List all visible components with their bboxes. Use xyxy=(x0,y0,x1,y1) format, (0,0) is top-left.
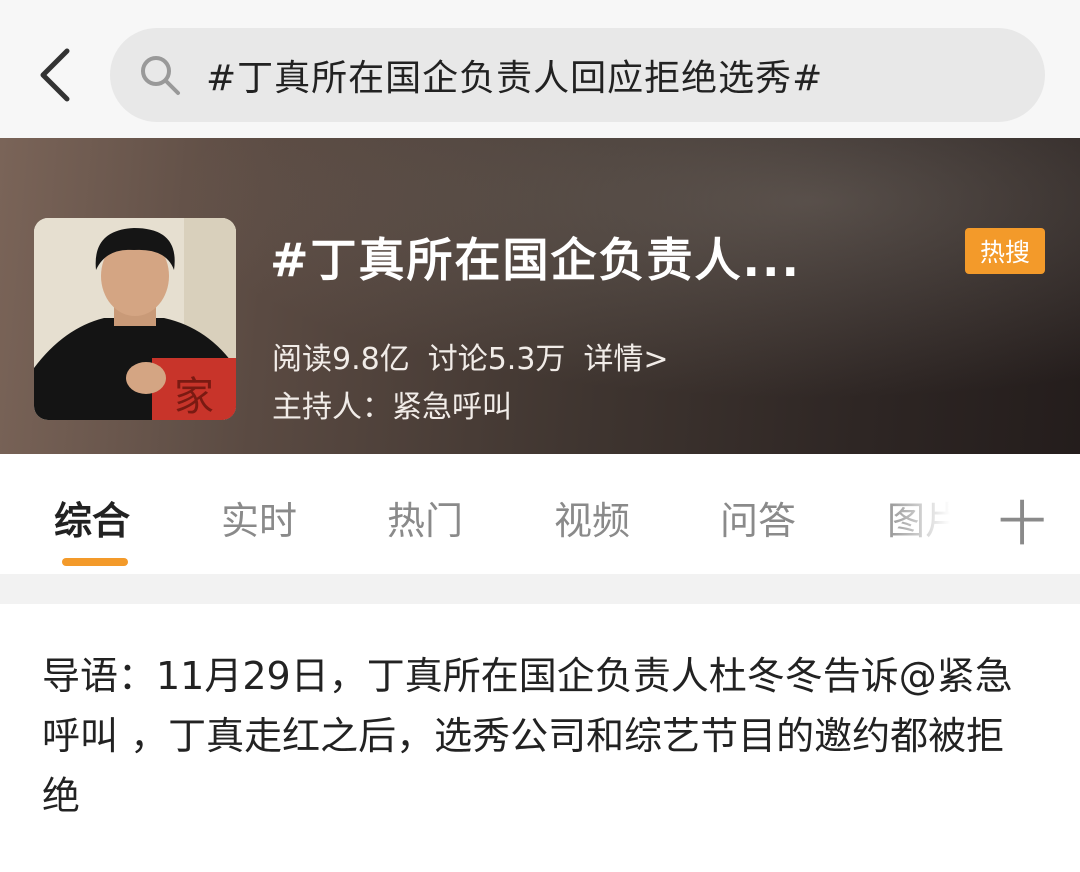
hot-search-badge: 热搜 xyxy=(965,228,1045,274)
topic-header: 家 #丁真所在国企负责人... 热搜 阅读9.8亿 讨论5.3万 详情> 主持人：紧… xyxy=(0,138,1080,454)
section-divider xyxy=(0,574,1080,604)
discussion-count: 讨论5.3万 xyxy=(427,342,566,377)
search-query: #丁真所在国企负责人回应拒绝选秀# xyxy=(206,58,824,99)
tab-realtime[interactable]: 实时 xyxy=(221,490,297,545)
topic-avatar[interactable]: 家 xyxy=(34,218,236,420)
back-button[interactable] xyxy=(30,40,80,110)
back-arrow-icon xyxy=(40,48,70,102)
tab-qa[interactable]: 问答 xyxy=(720,490,796,545)
details-link[interactable]: 详情> xyxy=(583,342,668,377)
add-tab-icon[interactable]: 十 xyxy=(998,484,1046,554)
topic-stats: 阅读9.8亿 讨论5.3万 详情> xyxy=(272,334,687,378)
tab-comprehensive[interactable]: 综合 xyxy=(54,490,130,545)
tab-hot[interactable]: 热门 xyxy=(387,490,463,545)
tab-video[interactable]: 视频 xyxy=(554,490,630,545)
top-bar: #丁真所在国企负责人回应拒绝选秀# xyxy=(0,0,1080,138)
search-input[interactable]: #丁真所在国企负责人回应拒绝选秀# xyxy=(110,28,1045,122)
svg-text:家: 家 xyxy=(174,374,214,420)
read-count: 阅读9.8亿 xyxy=(272,342,410,377)
tab-images[interactable]: 图片 xyxy=(887,490,963,545)
topic-title: #丁真所在国企负责人... xyxy=(270,233,801,287)
topic-intro: 导语：11月29日，丁真所在国企负责人杜冬冬告诉@紧急呼叫 ，丁真走红之后，选秀… xyxy=(42,654,1013,818)
active-tab-indicator xyxy=(62,558,128,566)
topic-host[interactable]: 主持人：紧急呼叫 xyxy=(272,382,512,426)
tab-bar: 综合 实时 热门 视频 问答 图片 十 xyxy=(0,454,1080,574)
search-icon xyxy=(138,53,182,97)
